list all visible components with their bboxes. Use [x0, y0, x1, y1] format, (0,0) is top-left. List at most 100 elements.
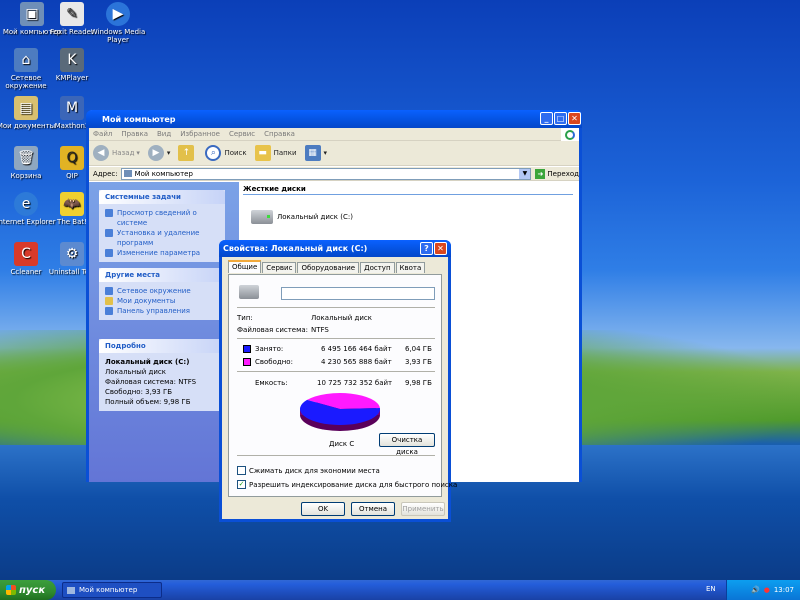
ok-button[interactable]: OK — [301, 502, 345, 516]
disk-cleanup-button[interactable]: Очистка диска — [379, 433, 435, 456]
pen-icon: ✎ — [60, 2, 84, 26]
back-label: Назад — [112, 149, 135, 157]
views-button[interactable]: ▦ ▾ — [304, 145, 327, 161]
address-value: Мой компьютер — [134, 169, 193, 178]
help-button[interactable]: ? — [420, 242, 433, 255]
clock[interactable]: 13:07 — [774, 586, 794, 594]
address-input[interactable]: Мой компьютер ▼ — [120, 167, 532, 180]
other-places-header[interactable]: Другие места — [99, 268, 225, 282]
windows-logo-icon — [561, 128, 579, 142]
explorer-titlebar[interactable]: Мой компьютер _ □ ✕ — [86, 110, 582, 128]
folders-button[interactable]: ▬ Папки — [254, 145, 297, 161]
menu-help[interactable]: Справка — [264, 130, 295, 138]
task-view-system-info[interactable]: Просмотр сведений о системе — [105, 208, 219, 228]
internet-explorer-icon: e — [14, 192, 38, 216]
ccleaner-icon: C — [14, 242, 38, 266]
general-tab-body: Тип: Локальный диск Файловая система: NT… — [228, 274, 457, 497]
maximize-button[interactable]: □ — [554, 112, 567, 125]
compress-label[interactable]: Сжимать диск для экономии места — [249, 467, 380, 475]
close-button[interactable]: ✕ — [568, 112, 581, 125]
info-icon — [105, 209, 113, 217]
language-indicator[interactable]: EN — [706, 585, 716, 593]
tab-general[interactable]: Общие — [228, 260, 262, 273]
hard-drive-icon — [251, 210, 273, 224]
go-arrow-icon: ➜ — [535, 168, 546, 179]
details-type: Локальный диск — [105, 368, 167, 376]
taskbar-item-my-computer[interactable]: Мой компьютер — [62, 582, 162, 598]
fs-value: NTFS — [311, 326, 329, 334]
menu-tools[interactable]: Сервис — [229, 130, 255, 138]
start-label: пуск — [19, 584, 46, 596]
search-label: Поиск — [224, 149, 247, 157]
free-bytes: 4 230 565 888 байт — [321, 358, 392, 366]
taskbar-item-label: Мой компьютер — [79, 586, 138, 594]
used-label: Занято: — [255, 345, 284, 353]
dialog-tabs: Общие Сервис Оборудование Доступ Квота — [228, 260, 426, 273]
drive-c-item[interactable]: Локальный диск (C:) — [251, 210, 353, 224]
tab-hardware[interactable]: Оборудование — [297, 262, 360, 273]
start-button[interactable]: пуск — [0, 580, 56, 600]
dialog-titlebar[interactable]: Свойства: Локальный диск (C:) ? ✕ — [219, 240, 451, 257]
back-arrow-icon: ◀ — [93, 145, 109, 161]
forward-button[interactable]: ▶ ▾ — [147, 145, 170, 161]
details-header[interactable]: Подробно — [99, 339, 225, 353]
folder-up-icon: ↑ — [178, 145, 195, 161]
menu-favorites[interactable]: Избранное — [180, 130, 220, 138]
divider — [237, 307, 435, 308]
hard-disks-section: Жесткие диски — [243, 185, 573, 195]
speaker-icon[interactable]: 🔊 — [751, 586, 760, 594]
search-button[interactable]: ⌕ Поиск — [205, 145, 247, 161]
volume-label-input[interactable] — [281, 287, 435, 300]
capacity-size: 9,98 ГБ — [405, 379, 432, 387]
desktop-icon-kmplayer[interactable]: K KMPlayer — [42, 48, 102, 82]
desktop-icon-wmp[interactable]: ▶ Windows Media Player — [88, 2, 148, 44]
capacity-label: Емкость: — [255, 379, 288, 387]
task-add-remove-programs[interactable]: Установка и удаление программ — [105, 228, 219, 248]
hard-drive-icon — [239, 285, 259, 299]
address-bar: Адрес: Мой компьютер ▼ ➜ Переход — [89, 167, 579, 181]
place-control-panel[interactable]: Панель управления — [105, 306, 219, 316]
place-my-documents[interactable]: Мои документы — [105, 296, 219, 306]
details-panel: Подробно Локальный диск (C:) Локальный д… — [99, 339, 225, 411]
folders-label: Папки — [273, 149, 297, 157]
tab-sharing[interactable]: Доступ — [360, 262, 395, 273]
qip-icon: Q — [60, 146, 84, 170]
search-icon: ⌕ — [205, 145, 222, 161]
dialog-close-button[interactable]: ✕ — [434, 242, 447, 255]
menu-bar: Файл Правка Вид Избранное Сервис Справка — [89, 128, 579, 141]
task-change-setting[interactable]: Изменение параметра — [105, 248, 219, 258]
index-label[interactable]: Разрешить индексирование диска для быстр… — [249, 481, 457, 489]
details-name: Локальный диск (C:) — [105, 358, 190, 366]
programs-icon — [105, 229, 113, 237]
other-places-panel: Другие места Сетевое окружение Мои докум… — [99, 268, 225, 320]
index-checkbox[interactable]: ✓ — [237, 480, 246, 489]
compress-checkbox[interactable] — [237, 466, 246, 475]
control-panel-icon — [105, 307, 113, 315]
free-label: Свободно: — [255, 358, 293, 366]
desktop-icon-label: Windows Media Player — [90, 28, 146, 44]
tab-quota[interactable]: Квота — [395, 262, 426, 273]
recycle-bin-icon: 🗑 — [14, 146, 38, 170]
documents-icon: ▤ — [14, 96, 38, 120]
minimize-button[interactable]: _ — [540, 112, 553, 125]
menu-edit[interactable]: Правка — [121, 130, 148, 138]
go-button[interactable]: ➜ Переход — [535, 168, 579, 179]
free-size: 3,93 ГБ — [405, 358, 432, 366]
cancel-button[interactable]: Отмена — [351, 502, 395, 516]
task-pane: Системные задачи Просмотр сведений о сис… — [89, 182, 239, 482]
place-network[interactable]: Сетевое окружение — [105, 286, 219, 296]
apply-button[interactable]: Применить — [401, 502, 445, 516]
network-icon — [105, 287, 113, 295]
fs-label: Файловая система: — [237, 326, 309, 334]
network-icon: ⌂ — [14, 48, 38, 72]
chevron-down-icon[interactable]: ▼ — [519, 168, 531, 179]
system-tasks-header[interactable]: Системные задачи — [99, 190, 225, 204]
go-label: Переход — [547, 169, 579, 178]
menu-file[interactable]: Файл — [93, 130, 112, 138]
up-button[interactable]: ↑ — [178, 145, 197, 161]
menu-view[interactable]: Вид — [157, 130, 171, 138]
back-button[interactable]: ◀ Назад ▾ — [93, 145, 140, 161]
antivirus-icon[interactable]: ● — [764, 586, 770, 594]
bat-icon: 🦇 — [60, 192, 84, 216]
tab-tools[interactable]: Сервис — [262, 262, 297, 273]
